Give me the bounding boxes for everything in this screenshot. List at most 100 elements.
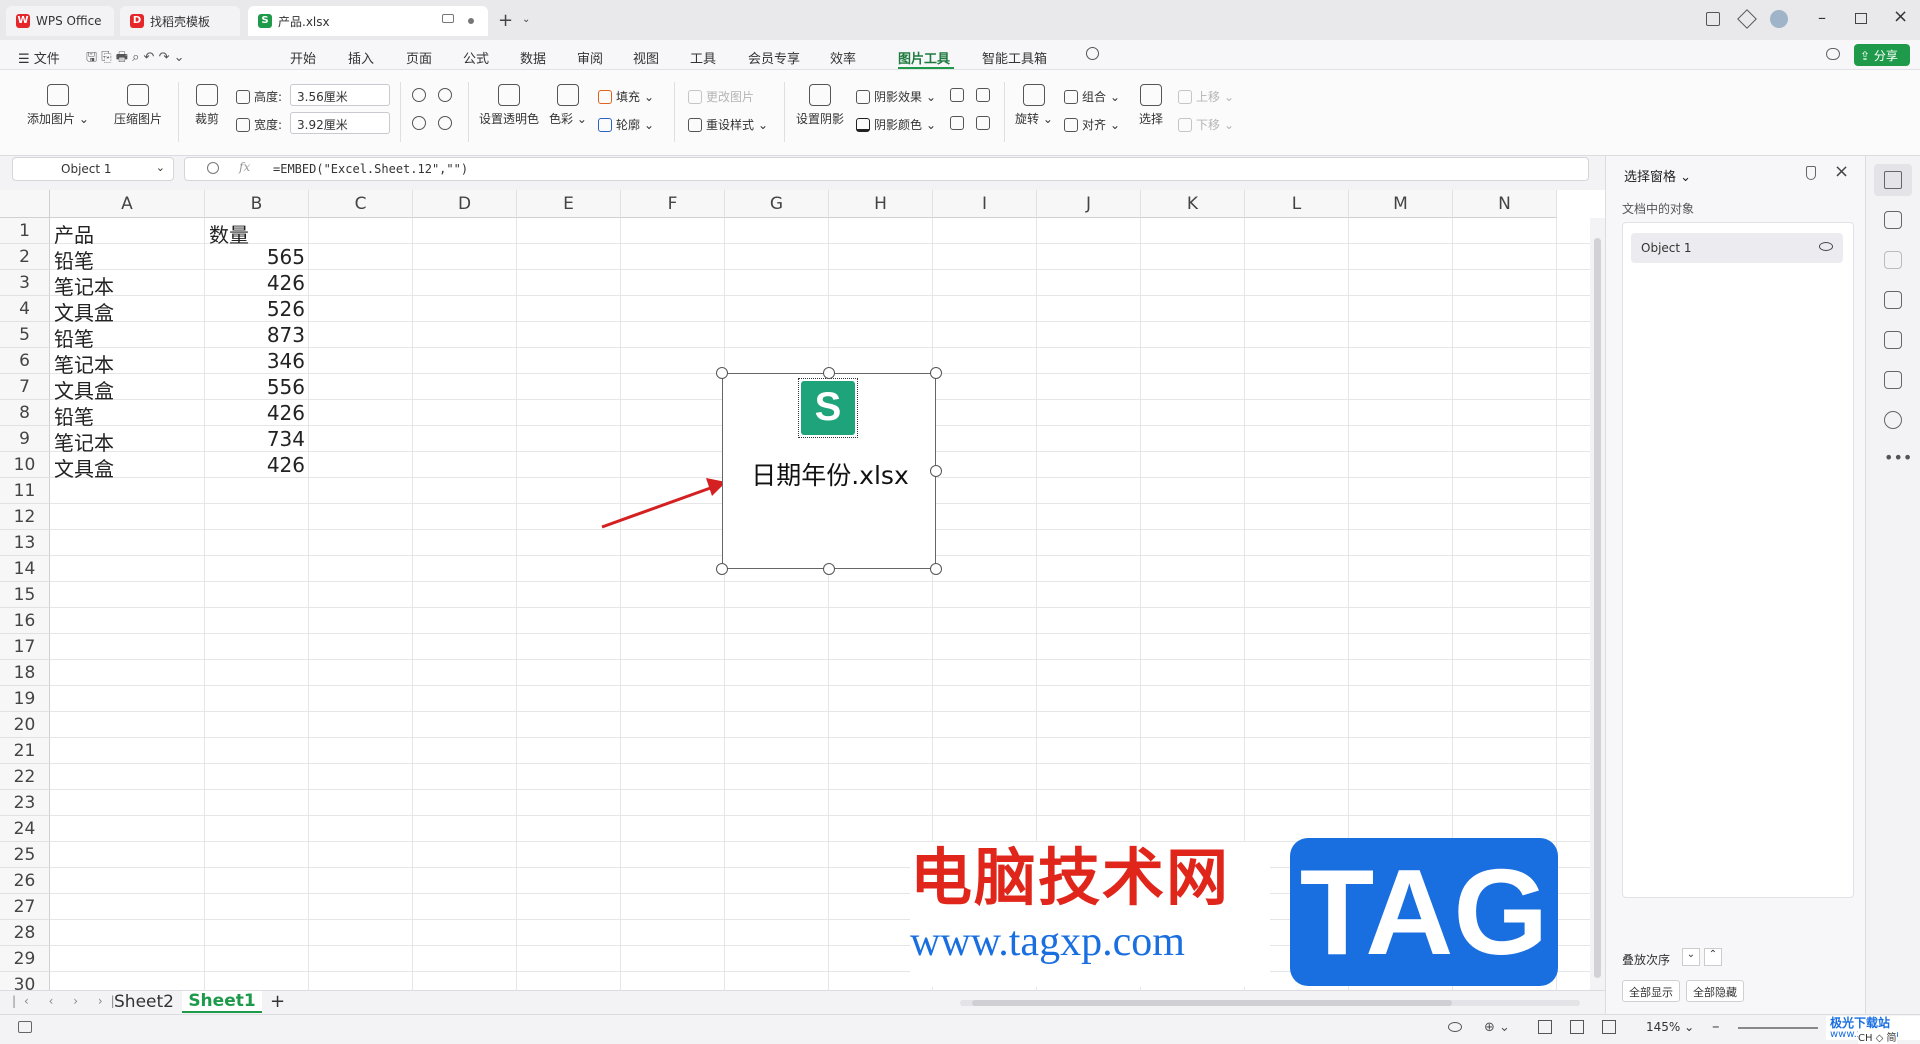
compress-picture-button[interactable]: 压缩图片 — [110, 84, 166, 127]
resize-handle-tl[interactable] — [716, 367, 728, 379]
sheet-tab-sheet1[interactable]: Sheet1 — [182, 991, 262, 1013]
zoom-slider[interactable] — [1738, 1027, 1818, 1029]
move-down-button[interactable]: 下移 ⌄ — [1178, 116, 1234, 133]
fx-icon[interactable]: fx — [239, 160, 250, 174]
zoom-out-button[interactable]: – — [1712, 1017, 1720, 1035]
minimize-icon[interactable]: – — [1818, 8, 1826, 27]
column-header[interactable]: H — [829, 190, 933, 218]
height-input[interactable]: 3.56厘米 — [290, 84, 390, 106]
menu-data[interactable]: 数据 — [520, 48, 546, 67]
cell-b[interactable]: 426 — [205, 401, 305, 425]
change-picture-button[interactable]: 更改图片 — [688, 88, 754, 105]
formula-input[interactable]: fx =EMBED("Excel.Sheet.12","") — [184, 157, 1589, 181]
resize-handle-r[interactable] — [930, 465, 942, 477]
quick-access-toolbar[interactable]: 🖫 ⎘ 🖶 ⌕ ↶ ↷ ⌄ — [86, 48, 185, 70]
resize-handle-tr[interactable] — [930, 367, 942, 379]
name-box[interactable]: Object 1 ⌄ — [12, 157, 174, 181]
set-transparent-color-button[interactable]: 设置透明色 — [478, 84, 540, 127]
close-icon[interactable]: × — [1893, 6, 1908, 27]
eye-icon[interactable] — [1819, 242, 1833, 251]
column-header[interactable]: I — [933, 190, 1037, 218]
menu-member[interactable]: 会员专享 — [748, 48, 800, 67]
row-header[interactable]: 24 — [0, 816, 50, 842]
unsaved-dot-icon[interactable] — [468, 18, 474, 24]
tools-icon[interactable] — [1884, 331, 1902, 349]
tab-templates[interactable]: D 找稻壳模板 — [120, 6, 240, 36]
normal-view-icon[interactable] — [1538, 1020, 1552, 1034]
menu-review[interactable]: 审阅 — [577, 48, 603, 67]
sheet-nav-arrows[interactable]: |‹ ‹ › ›| — [12, 994, 123, 1008]
restore-icon[interactable] — [1855, 13, 1867, 24]
horizontal-scroll-thumb[interactable] — [972, 1000, 1452, 1006]
rotate-left-button[interactable] — [412, 88, 426, 102]
row-header[interactable]: 25 — [0, 842, 50, 868]
row-header[interactable]: 1 — [0, 218, 50, 244]
column-header[interactable]: F — [621, 190, 725, 218]
cell-b[interactable]: 556 — [205, 375, 305, 399]
file-menu[interactable]: ☰ 文件 — [18, 48, 60, 67]
spreadsheet-grid[interactable]: ABCDEFGHIJKLMN 1 2 3 4 5 6 7 8 9 10 11 12 13 14 15 16 17… — [0, 190, 1605, 990]
row-header[interactable]: 7 — [0, 374, 50, 400]
rotate-right-button[interactable] — [438, 88, 452, 102]
select-all-corner[interactable] — [0, 190, 50, 218]
brightness-button[interactable] — [412, 116, 426, 130]
search-icon[interactable] — [1086, 47, 1099, 60]
cloud-icon[interactable] — [1826, 48, 1840, 60]
pin-icon[interactable] — [1806, 166, 1816, 180]
cell-a[interactable]: 文具盒 — [54, 297, 114, 326]
align-button[interactable]: 对齐 ⌄ — [1064, 116, 1120, 133]
row-header[interactable]: 27 — [0, 894, 50, 920]
crop-button[interactable]: 裁剪 — [190, 84, 224, 127]
row-header[interactable]: 14 — [0, 556, 50, 582]
page-layout-icon[interactable] — [1570, 1020, 1584, 1034]
horizontal-scrollbar[interactable] — [960, 1000, 1580, 1006]
move-up-button[interactable]: 上移 ⌄ — [1178, 88, 1234, 105]
row-header[interactable]: 30 — [0, 972, 50, 990]
shadow-up-button[interactable] — [950, 88, 964, 102]
cell-a[interactable]: 笔记本 — [54, 271, 114, 300]
menu-insert[interactable]: 插入 — [348, 48, 374, 67]
zoom-level[interactable]: 145% ⌄ — [1646, 1020, 1694, 1034]
cube-icon[interactable] — [1737, 9, 1757, 29]
resize-handle-b[interactable] — [823, 563, 835, 575]
cell-b[interactable]: 873 — [205, 323, 305, 347]
tab-product-xlsx[interactable]: S 产品.xlsx — [248, 6, 488, 36]
column-header[interactable]: A — [50, 190, 205, 218]
layout-icon[interactable] — [1706, 12, 1720, 26]
column-header[interactable]: B — [205, 190, 309, 218]
crosshair-icon[interactable]: ⊕ ⌄ — [1484, 1020, 1510, 1035]
shadow-left-button[interactable] — [950, 116, 964, 130]
cell-b[interactable]: 426 — [205, 453, 305, 477]
menu-efficiency[interactable]: 效率 — [830, 48, 856, 67]
row-header[interactable]: 8 — [0, 400, 50, 426]
column-header[interactable]: G — [725, 190, 829, 218]
shadow-right-button[interactable] — [976, 116, 990, 130]
object-list-item[interactable]: Object 1 — [1631, 233, 1843, 263]
order-up-button[interactable]: ⌃ — [1704, 948, 1722, 966]
column-header[interactable]: L — [1245, 190, 1349, 218]
cell-b[interactable]: 346 — [205, 349, 305, 373]
row-header[interactable]: 28 — [0, 920, 50, 946]
select-pointer-icon[interactable] — [1884, 171, 1902, 189]
row-header[interactable]: 3 — [0, 270, 50, 296]
menu-picture-tools[interactable]: 图片工具 — [898, 48, 950, 67]
cell-b[interactable]: 565 — [205, 245, 305, 269]
vertical-scrollbar[interactable] — [1590, 218, 1605, 990]
fill-button[interactable]: 填充 ⌄ — [598, 88, 654, 105]
cell-a[interactable]: 笔记本 — [54, 349, 114, 378]
cell-a[interactable]: 文具盒 — [54, 375, 114, 404]
set-shadow-button[interactable]: 设置阴影 — [794, 84, 846, 127]
outline-button[interactable]: 轮廓 ⌄ — [598, 116, 654, 133]
menu-home[interactable]: 开始 — [290, 48, 316, 67]
row-header[interactable]: 22 — [0, 764, 50, 790]
row-header[interactable]: 12 — [0, 504, 50, 530]
row-header[interactable]: 13 — [0, 530, 50, 556]
close-pane-icon[interactable]: × — [1834, 161, 1849, 182]
cell-b[interactable]: 426 — [205, 271, 305, 295]
menu-tools[interactable]: 工具 — [690, 48, 716, 67]
column-header[interactable]: C — [309, 190, 413, 218]
cell-a[interactable]: 铅笔 — [54, 401, 94, 430]
avatar[interactable] — [1770, 10, 1788, 28]
properties-icon[interactable] — [1884, 211, 1902, 229]
new-tab-icon[interactable]: + — [498, 10, 513, 31]
